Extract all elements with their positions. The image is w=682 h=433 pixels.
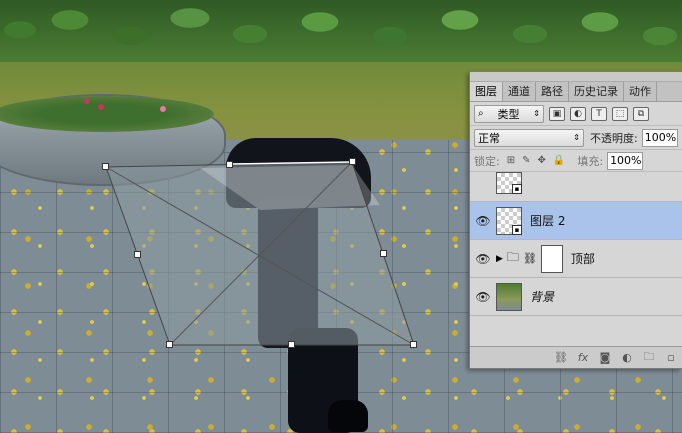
chain-link-icon[interactable]: ⛓ — [523, 252, 537, 265]
transform-handle-bottom-middle[interactable] — [288, 341, 295, 348]
new-group-icon[interactable]: 🗀 — [642, 348, 656, 367]
layers-panel: 图层 通道 路径 历史记录 动作 ⌕ 类型 ⇕ ▣ ◐ T ⬚ ⧉ 正常 ⇕ 不… — [469, 71, 682, 369]
layer-row[interactable]: ▪ — [470, 171, 682, 202]
transform-handle-top-left[interactable] — [102, 163, 109, 170]
lock-position-icon[interactable]: ✥ — [538, 155, 546, 166]
layer-row-group[interactable]: 👁 ▶ 🗀 ⛓ 顶部 — [470, 240, 682, 278]
filter-kind-label: 类型 — [497, 107, 520, 121]
tab-paths[interactable]: 路径 — [536, 82, 569, 101]
blend-mode-select[interactable]: 正常 ⇕ — [474, 128, 584, 147]
adjustment-filter-icon[interactable]: ◐ — [570, 106, 586, 121]
transform-handle-top-right[interactable] — [349, 158, 356, 165]
panel-tabs: 图层 通道 路径 历史记录 动作 — [470, 82, 682, 102]
fill-label: 填充: — [577, 154, 604, 168]
tab-history[interactable]: 历史记录 — [569, 82, 624, 101]
chevron-updown-icon: ⇕ — [533, 109, 540, 118]
expand-arrow-icon[interactable]: ▶ — [496, 254, 503, 264]
transform-handle-middle-right[interactable] — [380, 250, 387, 257]
transform-handle-middle-left[interactable] — [134, 251, 141, 258]
folder-icon: 🗀 — [506, 250, 519, 264]
layer-row-selected[interactable]: 👁 ▪ 图层 2 — [470, 202, 682, 240]
layer-list: ▪ 👁 ▪ 图层 2 👁 ▶ 🗀 ⛓ 顶部 👁 背景 — [470, 171, 682, 316]
transform-handle-top-middle[interactable] — [226, 161, 233, 168]
chevron-updown-icon: ⇕ — [573, 133, 580, 142]
background-thumbnail — [496, 282, 522, 311]
tab-actions[interactable]: 动作 — [624, 82, 657, 101]
eye-icon[interactable]: 👁 — [470, 252, 496, 266]
type-filter-icon[interactable]: T — [591, 106, 607, 121]
mask-thumbnail[interactable] — [540, 244, 563, 273]
blend-mode-value: 正常 — [478, 131, 500, 145]
layer-name: 背景 — [530, 290, 555, 304]
filter-kind-select[interactable]: ⌕ 类型 ⇕ — [474, 104, 544, 123]
layer-row-background[interactable]: 👁 背景 — [470, 278, 682, 316]
smart-object-filter-icon[interactable]: ⧉ — [633, 106, 649, 121]
lock-all-icon[interactable]: 🔒 — [553, 155, 565, 166]
search-icon: ⌕ — [478, 108, 484, 119]
adjustment-layer-icon[interactable]: ◐ — [620, 351, 634, 364]
shape-filter-icon[interactable]: ⬚ — [612, 106, 628, 121]
eye-icon[interactable]: 👁 — [470, 290, 496, 304]
lock-label: 锁定: — [474, 154, 500, 168]
panel-grip[interactable] — [470, 72, 682, 82]
fx-icon[interactable]: fx — [576, 351, 590, 364]
image-filter-icon[interactable]: ▣ — [549, 106, 565, 121]
lock-row: 锁定: ⊞ ✎ ✥ 🔒 填充: 100% — [470, 150, 682, 172]
transform-handle-bottom-left[interactable] — [166, 341, 173, 348]
fill-input[interactable]: 100% — [607, 151, 644, 170]
opacity-label: 不透明度: — [590, 131, 638, 145]
smart-object-badge-icon: ▪ — [512, 224, 522, 235]
tab-layers[interactable]: 图层 — [470, 82, 503, 101]
tab-channels[interactable]: 通道 — [503, 82, 536, 101]
smart-object-badge-icon: ▪ — [512, 183, 522, 194]
transform-handle-bottom-right[interactable] — [410, 341, 417, 348]
layer-thumbnail: ▪ — [496, 171, 522, 194]
new-layer-icon[interactable]: ▫ — [664, 351, 678, 364]
lock-pixels-icon[interactable]: ✎ — [522, 155, 530, 166]
filter-row: ⌕ 类型 ⇕ ▣ ◐ T ⬚ ⧉ — [470, 102, 682, 126]
layer-name: 图层 2 — [530, 214, 566, 228]
layer-name: 顶部 — [570, 252, 595, 266]
blend-row: 正常 ⇕ 不透明度: 100% — [470, 126, 682, 150]
opacity-input[interactable]: 100% — [641, 128, 678, 147]
add-mask-icon[interactable]: ◙ — [598, 351, 612, 364]
panel-bottom-bar: ⛓ fx ◙ ◐ 🗀 ▫ — [470, 346, 682, 368]
layer-thumbnail: ▪ — [496, 206, 522, 235]
link-icon[interactable]: ⛓ — [554, 351, 568, 364]
lock-transparent-icon[interactable]: ⊞ — [507, 155, 515, 166]
eye-icon[interactable]: 👁 — [470, 214, 496, 228]
